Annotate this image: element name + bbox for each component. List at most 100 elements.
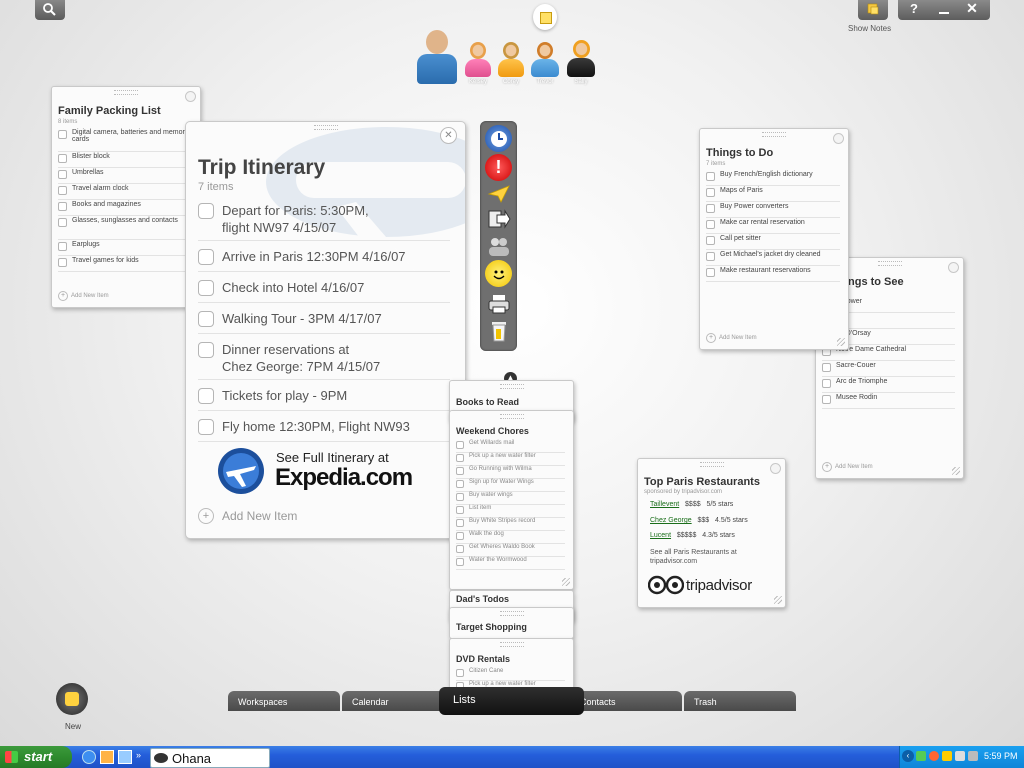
checkbox[interactable] xyxy=(456,558,464,566)
tray-arrow-icon[interactable]: ‹ xyxy=(902,750,914,762)
checkbox[interactable] xyxy=(58,186,67,195)
checkbox[interactable] xyxy=(198,311,214,327)
mood-button[interactable] xyxy=(485,260,512,287)
close-button[interactable]: ✕ xyxy=(960,0,984,18)
dvd-rentals-card[interactable]: DVD Rentals Citizen Cane Pick up a new w… xyxy=(449,638,574,692)
list-item[interactable]: Umbrellas xyxy=(58,169,192,184)
help-button[interactable]: ? xyxy=(902,1,926,19)
checkbox[interactable] xyxy=(198,388,214,404)
checkbox[interactable] xyxy=(706,268,715,277)
tripadvisor-logo[interactable]: tripadvisor xyxy=(648,574,752,596)
trip-itinerary-card[interactable]: ✕ Trip Itinerary 7 items Depart for Pari… xyxy=(185,121,466,539)
weekend-chores-card[interactable]: Weekend Chores Get Willards mail Pick up… xyxy=(449,410,574,590)
checkbox[interactable] xyxy=(456,506,464,514)
checkbox[interactable] xyxy=(456,545,464,553)
resize-handle[interactable] xyxy=(562,578,570,586)
drag-handle[interactable] xyxy=(762,132,786,137)
restaurant-link[interactable]: Chez George xyxy=(650,517,692,524)
share-button[interactable] xyxy=(485,232,512,259)
drag-handle[interactable] xyxy=(114,90,138,95)
show-notes-button[interactable] xyxy=(858,0,888,20)
list-item[interactable]: Books and magazines xyxy=(58,201,192,216)
list-item[interactable]: Buy White Stripes record xyxy=(456,518,565,531)
resize-handle[interactable] xyxy=(774,596,782,604)
list-item[interactable]: Pick up a new water filter xyxy=(456,453,565,466)
print-button[interactable] xyxy=(485,290,512,317)
person-sally[interactable]: Sally xyxy=(566,40,596,85)
add-item-button[interactable]: + Add New Item xyxy=(198,508,297,524)
see-all-link[interactable]: See all Paris Restaurants at tripadvisor… xyxy=(650,548,770,566)
checkbox[interactable] xyxy=(456,669,464,677)
expedia-promo-link[interactable]: See Full Itinerary at Expedia.com xyxy=(216,446,456,496)
tab-contacts[interactable]: Contacts xyxy=(570,691,682,711)
checkbox[interactable] xyxy=(456,441,464,449)
start-button[interactable]: start xyxy=(0,746,72,768)
list-item[interactable]: Digital camera, batteries and memory car… xyxy=(58,129,192,152)
taskbar-window-ohana[interactable]: Ohana xyxy=(150,748,270,768)
card-menu-button[interactable] xyxy=(770,463,781,474)
checkbox[interactable] xyxy=(706,252,715,261)
list-item[interactable]: Earplugs xyxy=(58,241,192,256)
checkbox[interactable] xyxy=(822,395,831,404)
drag-handle[interactable] xyxy=(877,261,902,266)
minimize-button[interactable] xyxy=(932,1,956,19)
checkbox[interactable] xyxy=(706,204,715,213)
send-button[interactable] xyxy=(485,180,512,207)
drag-handle[interactable] xyxy=(699,462,724,467)
note-bubble[interactable] xyxy=(533,4,557,30)
list-item[interactable]: Tickets for play - 9PM xyxy=(198,380,450,411)
list-item[interactable]: Walking Tour - 3PM 4/17/07 xyxy=(198,303,450,334)
resize-handle[interactable] xyxy=(952,467,960,475)
list-item[interactable]: Glasses, sunglasses and contacts xyxy=(58,217,192,240)
close-card-button[interactable]: ✕ xyxy=(440,127,457,144)
checkbox[interactable] xyxy=(456,467,464,475)
list-item[interactable]: Go Running with Wilma xyxy=(456,466,565,479)
checkbox[interactable] xyxy=(58,218,67,227)
checkbox[interactable] xyxy=(456,532,464,540)
tab-trash[interactable]: Trash xyxy=(684,691,796,711)
family-packing-list-card[interactable]: Family Packing List 8 items Digital came… xyxy=(51,86,201,308)
clock[interactable]: 5:59 PM xyxy=(984,751,1018,761)
drag-handle[interactable] xyxy=(499,384,524,389)
checkbox[interactable] xyxy=(198,342,214,358)
list-item[interactable]: Water the Wormwood xyxy=(456,557,565,570)
list-item[interactable]: Make restaurant reservations xyxy=(706,267,840,282)
restaurant-link[interactable]: Lucent xyxy=(650,532,671,539)
checkbox[interactable] xyxy=(198,249,214,265)
checkbox[interactable] xyxy=(198,419,214,435)
search-button[interactable] xyxy=(35,0,65,20)
list-item[interactable]: Check into Hotel 4/16/07 xyxy=(198,272,450,303)
tray-display-icon[interactable] xyxy=(955,751,965,761)
card-menu-button[interactable] xyxy=(833,133,844,144)
add-item-button[interactable]: + Add New Item xyxy=(706,333,757,343)
new-list-button[interactable] xyxy=(56,683,92,719)
checkbox[interactable] xyxy=(456,454,464,462)
list-item[interactable]: Arc de Triomphe xyxy=(822,378,955,393)
checkbox[interactable] xyxy=(58,242,67,251)
checkbox[interactable] xyxy=(706,172,715,181)
card-menu-button[interactable] xyxy=(948,262,959,273)
checkbox[interactable] xyxy=(706,220,715,229)
drag-handle[interactable] xyxy=(499,642,524,647)
media-icon[interactable] xyxy=(100,750,114,764)
checkbox[interactable] xyxy=(822,379,831,388)
tab-lists[interactable]: Lists xyxy=(439,687,584,715)
tray-network-icon[interactable] xyxy=(916,751,926,761)
list-item[interactable]: Buy French/English dictionary xyxy=(706,171,840,186)
checkbox[interactable] xyxy=(58,202,67,211)
checkbox[interactable] xyxy=(58,154,67,163)
restaurant-link[interactable]: Taillevent xyxy=(650,501,679,508)
drag-handle[interactable] xyxy=(313,125,338,130)
checkbox[interactable] xyxy=(58,170,67,179)
reminder-button[interactable] xyxy=(485,125,512,152)
checkbox[interactable] xyxy=(822,363,831,372)
card-menu-button[interactable] xyxy=(185,91,196,102)
target-shopping-card[interactable]: Target Shopping xyxy=(449,607,574,639)
add-item-button[interactable]: + Add New Item xyxy=(822,462,873,472)
resize-handle[interactable] xyxy=(837,338,845,346)
person-corey[interactable]: Corey xyxy=(497,42,525,85)
tab-workspaces[interactable]: Workspaces xyxy=(228,691,340,711)
list-item[interactable]: Walk the dog xyxy=(456,531,565,544)
help-center-icon[interactable] xyxy=(118,750,132,764)
checkbox[interactable] xyxy=(198,280,214,296)
